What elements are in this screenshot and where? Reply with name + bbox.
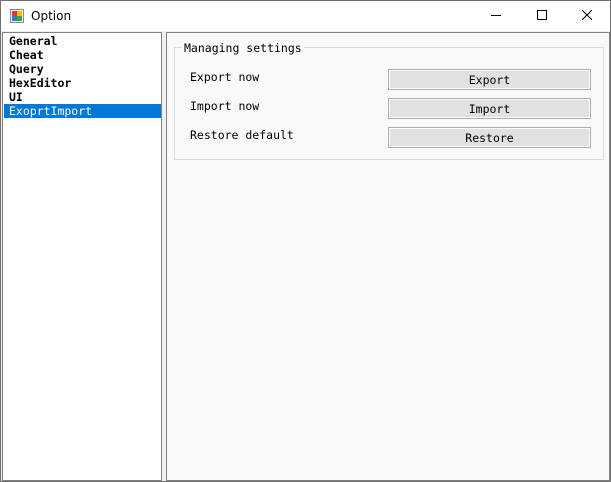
export-button[interactable]: Export xyxy=(388,69,591,90)
sidebar-item-ui[interactable]: UI xyxy=(4,90,161,104)
sidebar-item-general[interactable]: General xyxy=(4,34,161,48)
close-icon xyxy=(581,9,593,23)
close-button[interactable] xyxy=(564,1,610,31)
sidebar-item-hexeditor[interactable]: HexEditor xyxy=(4,76,161,90)
maximize-icon xyxy=(537,9,547,23)
app-icon xyxy=(10,9,24,23)
options-category-list[interactable]: General Cheat Query HexEditor UI ExoprtI… xyxy=(2,32,162,481)
maximize-button[interactable] xyxy=(519,1,565,31)
import-now-label: Import now xyxy=(190,99,260,113)
export-now-label: Export now xyxy=(190,70,260,84)
title-bar[interactable]: Option xyxy=(1,1,610,31)
sidebar-item-query[interactable]: Query xyxy=(4,62,161,76)
group-title: Managing settings xyxy=(182,41,304,55)
restore-default-label: Restore default xyxy=(190,128,294,142)
sidebar-item-exoprtimport[interactable]: ExoprtImport xyxy=(4,104,161,118)
minimize-icon xyxy=(491,9,501,23)
option-window: Option General Cheat Query HexEditor UI … xyxy=(0,0,611,482)
sidebar-item-cheat[interactable]: Cheat xyxy=(4,48,161,62)
import-button[interactable]: Import xyxy=(388,98,591,119)
settings-panel: Managing settings Export now Export Impo… xyxy=(166,32,610,481)
restore-button[interactable]: Restore xyxy=(388,127,591,148)
managing-settings-group: Managing settings Export now Export Impo… xyxy=(174,41,604,160)
minimize-button[interactable] xyxy=(473,1,519,31)
window-title: Option xyxy=(31,9,72,23)
